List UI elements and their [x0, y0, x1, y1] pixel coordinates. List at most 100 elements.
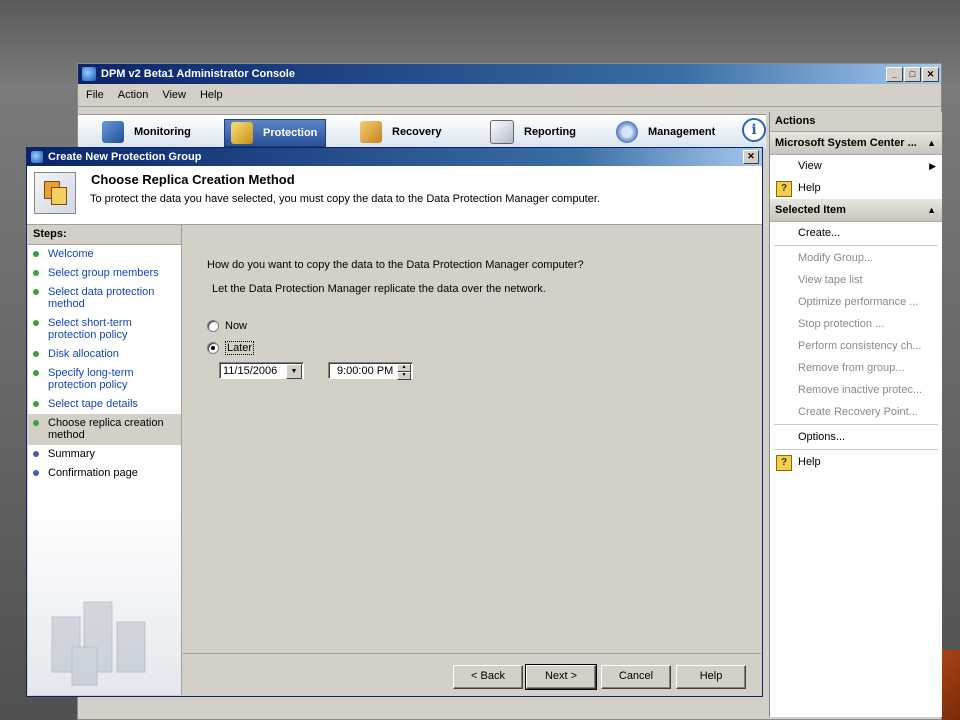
time-value: 9:00:00 PM — [337, 365, 394, 377]
step-tape-details[interactable]: Select tape details — [28, 395, 181, 414]
step-confirmation: Confirmation page — [28, 464, 181, 483]
step-label: Select group members — [48, 267, 159, 279]
step-label: Welcome — [48, 248, 94, 260]
step-select-data-protection-method[interactable]: Select data protection method — [28, 283, 181, 314]
spin-up-icon[interactable]: ▲ — [397, 364, 411, 372]
chevron-down-icon[interactable]: ▼ — [286, 364, 302, 379]
step-label: Select tape details — [48, 398, 138, 410]
menu-file[interactable]: File — [86, 89, 104, 101]
page-description: To protect the data you have selected, y… — [90, 193, 600, 205]
cancel-button[interactable]: Cancel — [601, 665, 671, 689]
tab-reporting[interactable]: Reporting — [484, 119, 576, 145]
time-spinner[interactable]: ▲ ▼ — [397, 364, 411, 380]
help-icon: ? — [776, 455, 792, 471]
step-short-term-policy[interactable]: Select short-term protection policy — [28, 314, 181, 345]
action-label: Remove inactive protec... — [798, 384, 923, 396]
tab-recovery-label: Recovery — [392, 126, 442, 138]
tab-protection[interactable]: Protection — [224, 119, 327, 147]
step-complete-icon — [33, 351, 39, 357]
action-modify-group: Modify Group... — [770, 247, 942, 269]
action-label: Perform consistency ch... — [798, 340, 922, 352]
menu-bar: File Action View Help — [78, 84, 941, 107]
tab-reporting-label: Reporting — [524, 126, 576, 138]
console-titlebar: DPM v2 Beta1 Administrator Console _ □ ✕ — [78, 64, 941, 84]
protection-icon — [231, 122, 253, 144]
actions-section-system-center[interactable]: Microsoft System Center ... ▲ — [770, 132, 942, 155]
button-divider — [183, 653, 761, 654]
step-select-group-members[interactable]: Select group members — [28, 264, 181, 283]
radio-later-circle[interactable] — [207, 342, 219, 354]
time-picker[interactable]: 9:00:00 PM ▲ ▼ — [328, 362, 413, 380]
action-remove-from-group: Remove from group... — [770, 357, 942, 379]
action-options[interactable]: Options... — [770, 426, 942, 448]
radio-now[interactable]: Now — [207, 320, 247, 332]
radio-later-label[interactable]: Later — [225, 341, 255, 355]
date-value: 11/15/2006 — [223, 365, 278, 377]
step-label: Choose replica creation method — [48, 417, 164, 441]
step-replica-creation-method: Choose replica creation method — [28, 414, 181, 445]
next-button[interactable]: Next > — [525, 664, 597, 690]
step-long-term-policy[interactable]: Specify long-term protection policy — [28, 364, 181, 395]
section-title: Selected Item — [775, 204, 846, 216]
replica-icon — [34, 172, 76, 214]
radio-later[interactable]: Later — [207, 341, 255, 355]
action-label: View — [798, 160, 822, 172]
back-button[interactable]: < Back — [453, 665, 523, 689]
dialog-header: Choose Replica Creation Method To protec… — [27, 166, 762, 225]
steps-panel: Steps: Welcome Select group members Sele… — [28, 225, 182, 695]
menu-action[interactable]: Action — [118, 89, 149, 101]
step-pending-icon — [33, 470, 39, 476]
tab-management[interactable]: Management — [610, 119, 715, 145]
option-group-label: Let the Data Protection Manager replicat… — [212, 283, 546, 295]
actions-header: Actions — [770, 112, 942, 132]
step-label: Summary — [48, 448, 96, 460]
tab-management-label: Management — [648, 126, 716, 138]
help-icon: ? — [776, 181, 792, 197]
spin-down-icon[interactable]: ▼ — [397, 372, 411, 380]
minimize-button[interactable]: _ — [886, 66, 903, 82]
action-create[interactable]: Create... — [770, 222, 942, 244]
step-welcome[interactable]: Welcome — [28, 245, 181, 264]
step-current-icon — [33, 420, 39, 426]
management-icon — [616, 121, 638, 143]
action-label: Remove from group... — [798, 362, 905, 374]
dialog-title: Create New Protection Group — [48, 151, 202, 163]
separator — [774, 424, 938, 425]
actions-section-selected-item[interactable]: Selected Item ▲ — [770, 199, 942, 222]
submenu-arrow-icon: ▶ — [929, 161, 936, 171]
radio-now-circle[interactable] — [207, 320, 219, 332]
action-view[interactable]: View ▶ — [770, 155, 942, 177]
action-label: Stop protection ... — [798, 318, 885, 330]
action-help-2[interactable]: ? Help — [770, 451, 942, 473]
collapse-caret-icon[interactable]: ▲ — [927, 199, 936, 221]
step-disk-allocation[interactable]: Disk allocation — [28, 345, 181, 364]
info-icon[interactable]: i — [742, 118, 766, 142]
navigation-tabs: Monitoring Protection Recovery Reporting… — [78, 114, 766, 149]
action-help-1[interactable]: ? Help — [770, 177, 942, 199]
step-label: Select data protection method — [48, 286, 155, 310]
step-complete-icon — [33, 370, 39, 376]
maximize-button[interactable]: □ — [904, 66, 921, 82]
servers-watermark-icon — [51, 601, 146, 686]
step-complete-icon — [33, 251, 39, 257]
date-picker[interactable]: 11/15/2006 ▼ — [219, 362, 304, 379]
action-label: Options... — [798, 431, 846, 443]
close-button[interactable]: ✕ — [922, 66, 939, 82]
tab-recovery[interactable]: Recovery — [354, 119, 442, 145]
menu-help[interactable]: Help — [200, 89, 223, 101]
radio-now-label[interactable]: Now — [225, 320, 247, 332]
step-summary: Summary — [28, 445, 181, 464]
menu-view[interactable]: View — [162, 89, 186, 101]
action-label: Create Recovery Point... — [798, 406, 918, 418]
collapse-caret-icon[interactable]: ▲ — [927, 132, 936, 154]
page-title: Choose Replica Creation Method — [91, 172, 295, 187]
create-protection-group-dialog: Create New Protection Group ✕ Choose Rep… — [26, 147, 763, 697]
section-title: Microsoft System Center ... — [775, 137, 917, 149]
steps-title: Steps: — [28, 225, 181, 245]
help-button[interactable]: Help — [676, 665, 746, 689]
dialog-close-button[interactable]: ✕ — [743, 150, 759, 164]
separator — [774, 449, 938, 450]
tab-monitoring[interactable]: Monitoring — [96, 119, 191, 145]
reporting-icon — [490, 120, 514, 144]
monitoring-icon — [102, 121, 124, 143]
